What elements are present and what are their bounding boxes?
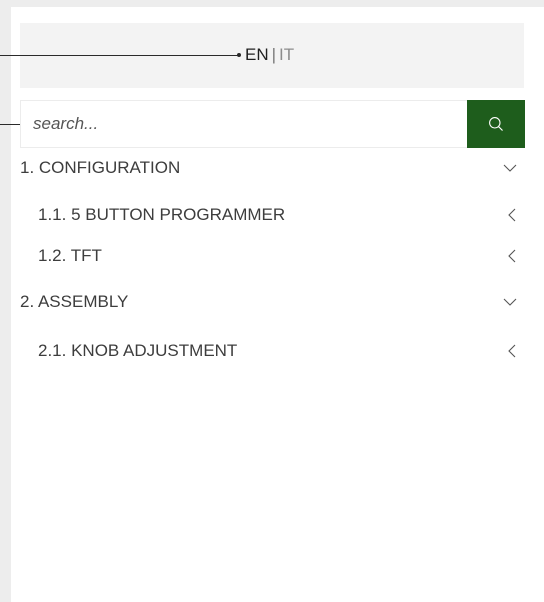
language-pointer-line: [0, 55, 239, 56]
language-pointer-dot: [237, 53, 241, 57]
chevron-left-icon[interactable]: [504, 248, 520, 264]
chevron-left-icon[interactable]: [504, 343, 520, 359]
menu-item-label: 1.2. TFT: [38, 246, 102, 265]
language-en-link[interactable]: EN: [245, 45, 269, 64]
chevron-left-icon[interactable]: [504, 207, 520, 223]
menu-item-tft[interactable]: 1.2. TFT: [20, 243, 524, 269]
menu-item-label: 1.1. 5 BUTTON PROGRAMMER: [38, 205, 286, 224]
page: EN|IT 1. CONFIGURATION 1.1. 5 BUTTON PRO…: [0, 0, 544, 602]
language-switcher: EN | IT: [245, 44, 294, 66]
language-separator: |: [271, 45, 277, 64]
menu-item-5-button-programmer[interactable]: 1.1. 5 BUTTON PROGRAMMER: [20, 202, 524, 228]
menu-item-label: 2.1. KNOB ADJUSTMENT: [38, 341, 238, 360]
chevron-down-icon[interactable]: [502, 160, 518, 176]
menu-section-configuration[interactable]: 1. CONFIGURATION: [20, 155, 524, 181]
search-input[interactable]: [20, 100, 467, 148]
menu-section-label: 1. CONFIGURATION: [20, 158, 181, 177]
menu-section-assembly[interactable]: 2. ASSEMBLY: [20, 289, 524, 315]
chevron-down-icon[interactable]: [502, 294, 518, 310]
menu-section-label: 2. ASSEMBLY: [20, 292, 129, 311]
language-it-link[interactable]: IT: [279, 45, 294, 64]
search-icon: [489, 117, 503, 131]
menu-item-knob-adjustment[interactable]: 2.1. KNOB ADJUSTMENT: [20, 338, 524, 364]
search-button[interactable]: [467, 100, 525, 148]
